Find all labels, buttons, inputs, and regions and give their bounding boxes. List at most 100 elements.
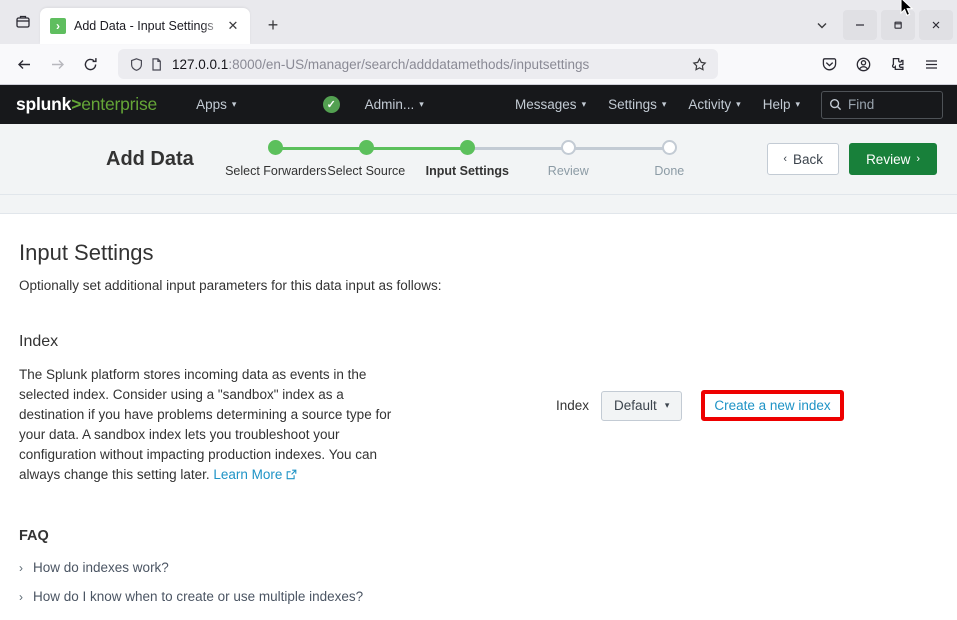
nav-item-messages-label: Messages [515, 97, 577, 112]
shield-icon [126, 54, 146, 74]
index-section-description: The Splunk platform stores incoming data… [19, 365, 404, 486]
chevron-down-icon[interactable] [805, 10, 839, 40]
nav-item-admin-label: Admin... [364, 97, 415, 112]
nav-item-settings[interactable]: Settings ▾ [597, 85, 677, 124]
health-status-check-icon[interactable]: ✓ [322, 96, 340, 113]
nav-item-help[interactable]: Help ▾ [752, 85, 811, 124]
chevron-down-icon: ▾ [581, 99, 587, 109]
index-section-body: The Splunk platform stores incoming data… [19, 365, 937, 486]
close-window-button[interactable] [919, 10, 953, 40]
index-field-label: Index [556, 398, 590, 413]
chevron-left-icon: ‹ [783, 153, 788, 165]
reload-icon[interactable] [75, 49, 105, 79]
close-tab-icon[interactable]: ✕ [223, 16, 243, 36]
tab-title: Add Data - Input Settings [74, 19, 214, 33]
faq-item-how-do-indexes-work[interactable]: › How do indexes work? [19, 560, 937, 575]
step-label: Done [654, 164, 685, 178]
url-bar[interactable]: 127.0.0.1:8000/en-US/manager/search/addd… [118, 49, 718, 79]
find-input[interactable]: Find [821, 90, 943, 119]
forward-icon[interactable] [42, 49, 72, 79]
nav-item-apps[interactable]: Apps ▾ [185, 85, 247, 124]
chevron-right-icon: › [916, 153, 920, 165]
nav-item-activity-label: Activity [688, 97, 732, 112]
logo-chevron: > [71, 94, 82, 114]
step-label: Input Settings [425, 164, 509, 178]
back-icon[interactable] [9, 49, 39, 79]
faq-item-label: How do indexes work? [33, 560, 169, 575]
page-subtitle: Optionally set additional input paramete… [19, 278, 442, 293]
browser-chrome: › Add Data - Input Settings ✕ + 127.0.0.… [0, 0, 957, 85]
index-description-text: The Splunk platform stores incoming data… [19, 367, 392, 482]
wizard-title: Add Data [106, 147, 194, 170]
index-field-row: Index Default ▾ Create a new index [556, 390, 844, 421]
chevron-down-icon: ▾ [231, 99, 237, 109]
find-placeholder: Find [848, 97, 875, 112]
tab-strip: › Add Data - Input Settings ✕ + [0, 0, 957, 44]
bookmark-star-icon[interactable] [688, 53, 710, 75]
faq-item-label: How do I know when to create or use mult… [33, 589, 364, 604]
step-label: Select Forwarders [225, 164, 327, 178]
url-host: 127.0.0.1 [172, 56, 229, 72]
browser-toolbar-right [812, 49, 948, 79]
nav-item-activity[interactable]: Activity ▾ [677, 85, 751, 124]
url-text: 127.0.0.1:8000/en-US/manager/search/addd… [172, 57, 688, 72]
splunk-logo[interactable]: splunk>enterprise [16, 94, 157, 115]
account-icon[interactable] [848, 49, 878, 79]
nav-item-admin[interactable]: Admin... ▾ [354, 85, 435, 124]
step-connector [366, 146, 468, 150]
page-info-icon[interactable] [146, 54, 166, 74]
faq-item-multiple-indexes[interactable]: › How do I know when to create or use mu… [19, 589, 937, 604]
index-section-heading: Index [19, 333, 59, 350]
new-tab-button[interactable]: + [258, 10, 288, 40]
nav-item-apps-label: Apps [196, 97, 227, 112]
step-dot [560, 140, 576, 155]
chevron-down-icon: ▾ [736, 99, 741, 109]
search-icon [829, 98, 842, 111]
extensions-icon[interactable] [882, 49, 912, 79]
chevron-right-icon: › [19, 560, 23, 575]
chevron-down-icon: ▾ [664, 400, 670, 410]
logo-enterprise-text: enterprise [81, 94, 158, 114]
external-link-icon [286, 466, 297, 486]
minimize-window-button[interactable] [843, 10, 877, 40]
chevron-right-icon: › [19, 589, 23, 604]
browser-navigation-bar: 127.0.0.1:8000/en-US/manager/search/addd… [0, 44, 957, 85]
step-label: Select Source [327, 164, 406, 178]
index-select-value: Default [614, 398, 657, 413]
index-select-dropdown[interactable]: Default ▾ [601, 390, 683, 421]
wizard-stepper: Select Forwarders Select Source Input Se… [225, 140, 720, 178]
back-button[interactable]: ‹ Back [767, 143, 840, 175]
application-menu-icon[interactable] [916, 49, 946, 79]
nav-item-messages[interactable]: Messages ▾ [504, 85, 597, 124]
nav-item-settings-label: Settings [608, 97, 657, 112]
add-data-wizard-header: Add Data Select Forwarders Select Source… [0, 124, 957, 195]
maximize-window-button[interactable] [881, 10, 915, 40]
browser-tab[interactable]: › Add Data - Input Settings ✕ [40, 8, 250, 44]
faq-section: FAQ › How do indexes work? › How do I kn… [19, 528, 937, 604]
logo-splunk-text: splunk [16, 94, 72, 114]
header-spacer-band [0, 195, 957, 214]
review-button[interactable]: Review › [849, 143, 937, 175]
page-content: Input Settings Optionally set additional… [0, 214, 957, 604]
step-connector [467, 146, 569, 150]
step-connector [568, 146, 670, 150]
page-title: Input Settings [19, 240, 154, 265]
list-all-tabs-icon[interactable] [6, 3, 40, 41]
create-new-index-highlight: Create a new index [701, 390, 844, 421]
index-section: Index The Splunk platform stores incomin… [19, 333, 937, 486]
splunk-app-bar: splunk>enterprise Apps ▾ ✓ Admin... ▾ Me… [0, 85, 957, 124]
step-dot [358, 140, 374, 155]
step-dot [661, 140, 677, 155]
step-label: Review [547, 164, 589, 178]
step-select-forwarders[interactable]: Select Forwarders [225, 140, 377, 178]
wizard-actions: ‹ Back Review › [767, 143, 937, 175]
create-new-index-link[interactable]: Create a new index [714, 398, 830, 413]
save-to-pocket-icon[interactable] [814, 49, 844, 79]
learn-more-link[interactable]: Learn More [213, 467, 282, 482]
step-dot [459, 140, 475, 155]
chevron-down-icon: ▾ [795, 99, 800, 109]
back-button-label: Back [793, 151, 824, 167]
chevron-down-icon: ▾ [661, 99, 667, 109]
splunk-favicon-icon: › [50, 18, 66, 34]
window-controls [805, 10, 953, 44]
